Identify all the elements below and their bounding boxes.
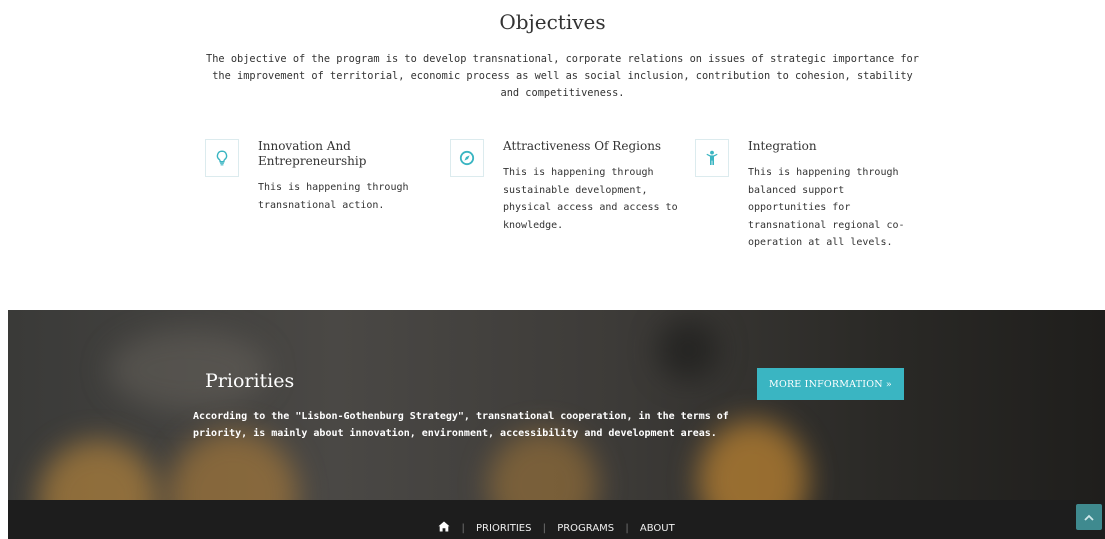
footer: | PRIORITIES | PROGRAMS | ABOUT bbox=[8, 500, 1105, 539]
objectives-section: Objectives The objective of the program … bbox=[0, 8, 1105, 310]
priorities-banner: Priorities According to the "Lisbon-Goth… bbox=[8, 310, 1105, 500]
footer-nav: | PRIORITIES | PROGRAMS | ABOUT bbox=[8, 521, 1105, 535]
compass-icon bbox=[450, 139, 484, 177]
bulb-socket bbox=[658, 320, 718, 380]
feature-title: Innovation And Entrepreneurship bbox=[258, 139, 367, 168]
person-icon bbox=[695, 139, 729, 177]
feature-title: Attractiveness Of Regions bbox=[503, 139, 662, 153]
objectives-title: Objectives bbox=[499, 10, 606, 34]
priorities-title: Priorities bbox=[205, 370, 295, 392]
priorities-text: According to the "Lisbon-Gothenburg Stra… bbox=[193, 411, 729, 439]
footer-link-priorities[interactable]: PRIORITIES bbox=[476, 523, 531, 534]
footer-link-programs[interactable]: PROGRAMS bbox=[557, 523, 614, 534]
more-information-button[interactable]: MORE INFORMATION » bbox=[757, 368, 904, 400]
nav-separator: | bbox=[625, 522, 629, 534]
chevron-up-icon bbox=[1084, 514, 1094, 521]
footer-link-about[interactable]: ABOUT bbox=[640, 523, 675, 534]
scroll-to-top-button[interactable] bbox=[1076, 504, 1102, 530]
bokeh-light bbox=[38, 440, 158, 500]
feature-title: Integration bbox=[748, 139, 817, 153]
feature-text: This is happening through balanced suppo… bbox=[748, 167, 905, 248]
nav-separator: | bbox=[461, 522, 465, 534]
feature-text: This is happening through sustainable de… bbox=[503, 167, 678, 231]
home-icon[interactable] bbox=[438, 521, 450, 535]
lightbulb-icon bbox=[205, 139, 239, 177]
nav-separator: | bbox=[542, 522, 546, 534]
feature-text: This is happening through transnational … bbox=[258, 182, 409, 211]
objectives-description: The objective of the program is to devel… bbox=[206, 53, 919, 99]
